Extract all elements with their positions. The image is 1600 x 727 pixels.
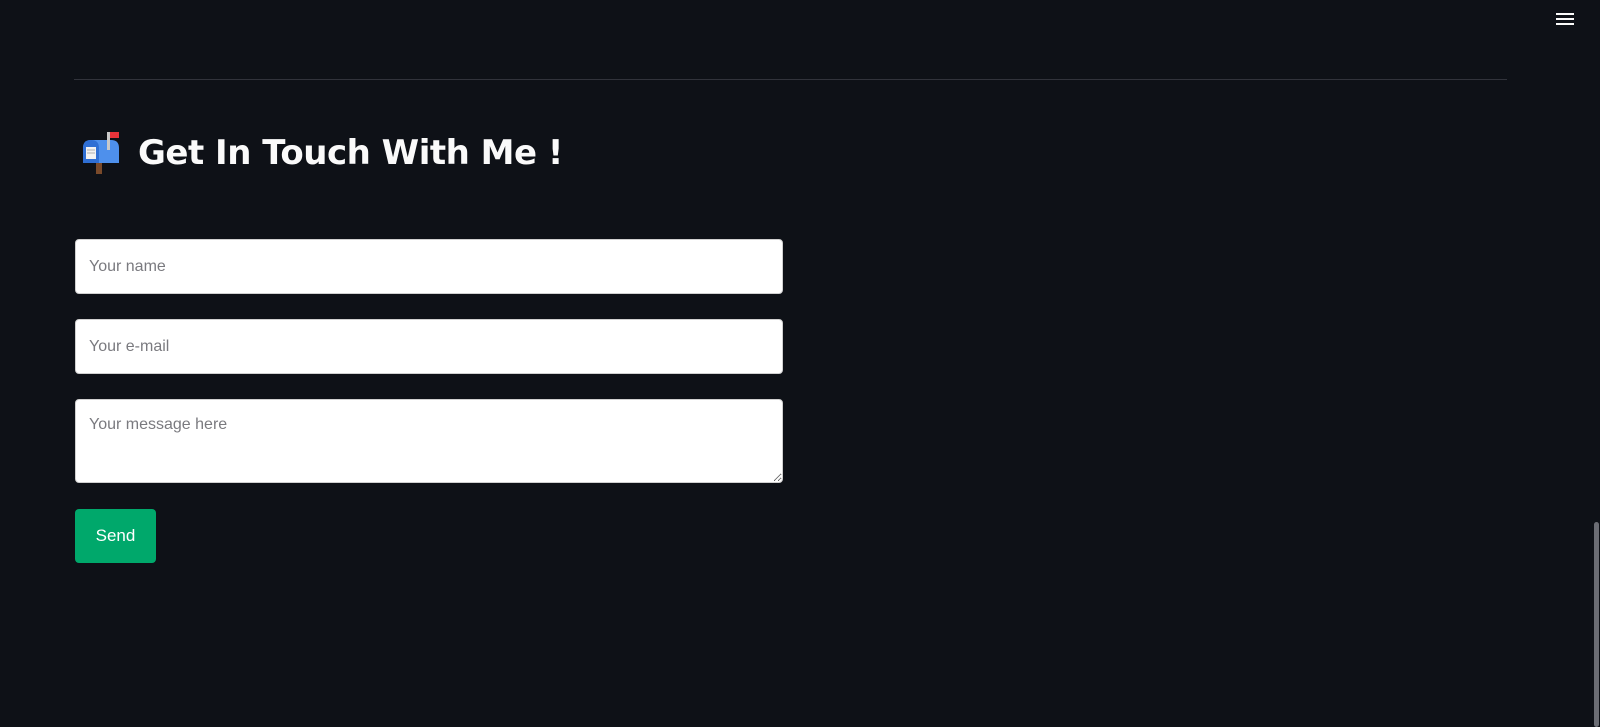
send-button[interactable]: Send bbox=[75, 509, 156, 563]
contact-page: Get In Touch With Me ! Send bbox=[0, 0, 1600, 727]
scrollbar[interactable] bbox=[1591, 0, 1600, 727]
email-input[interactable] bbox=[75, 319, 783, 374]
main-menu-button[interactable] bbox=[1552, 8, 1578, 30]
contact-heading: Get In Touch With Me ! bbox=[80, 132, 563, 174]
section-divider bbox=[74, 79, 1507, 80]
hamburger-menu-icon bbox=[1556, 13, 1574, 25]
name-input[interactable] bbox=[75, 239, 783, 294]
message-textarea[interactable] bbox=[75, 399, 783, 483]
mailbox-icon bbox=[83, 132, 119, 174]
page-title: Get In Touch With Me ! bbox=[138, 133, 563, 173]
scrollbar-thumb[interactable] bbox=[1594, 522, 1599, 727]
